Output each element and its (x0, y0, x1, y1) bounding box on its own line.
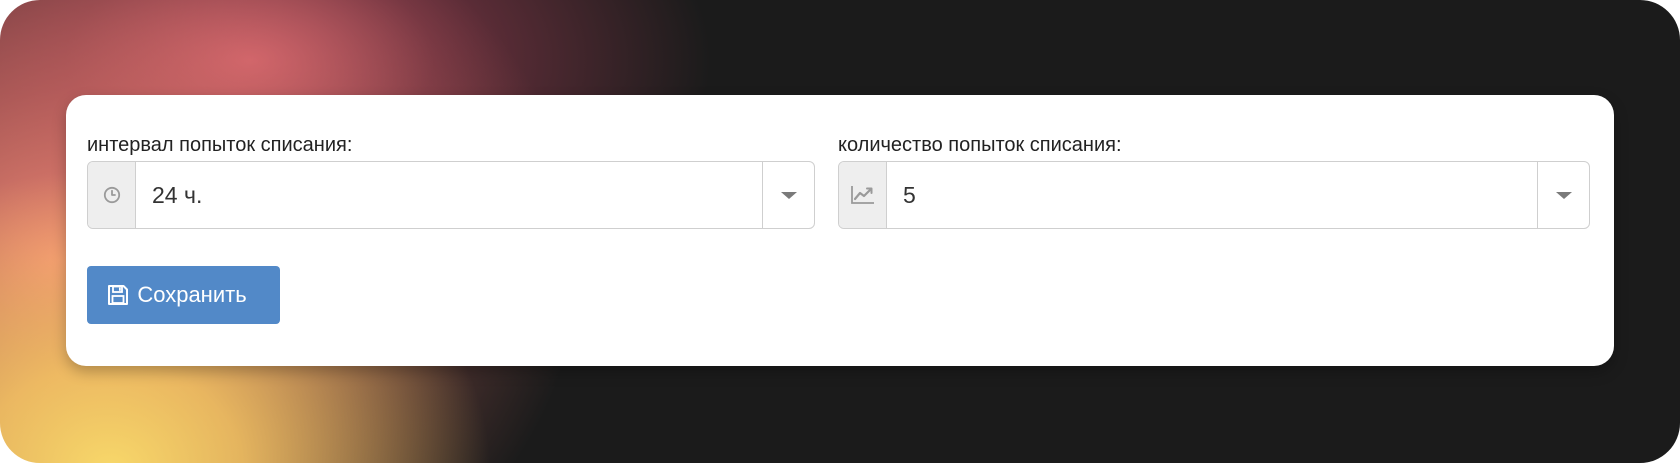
attempts-dropdown-toggle[interactable] (1537, 162, 1589, 228)
attempts-label: количество попыток списания: (838, 134, 1122, 156)
interval-field: интервал попыток списания: 24 ч. (87, 133, 815, 229)
line-chart-icon (839, 162, 887, 228)
chevron-down-icon (780, 191, 797, 199)
interval-value: 24 ч. (152, 181, 203, 208)
interval-dropdown-toggle[interactable] (762, 162, 814, 228)
attempts-select[interactable]: 5 (838, 161, 1590, 229)
floppy-disk-icon (106, 283, 130, 307)
save-button[interactable]: Сохранить (87, 266, 280, 324)
save-button-label: Сохранить (137, 282, 247, 307)
settings-card: интервал попыток списания: 24 ч. количес… (66, 95, 1614, 366)
attempts-value: 5 (903, 181, 916, 208)
chevron-down-icon (1555, 191, 1572, 199)
attempts-field: количество попыток списания: 5 (838, 133, 1590, 229)
interval-select[interactable]: 24 ч. (87, 161, 815, 229)
interval-label: интервал попыток списания: (87, 134, 353, 156)
clock-icon (88, 162, 136, 228)
